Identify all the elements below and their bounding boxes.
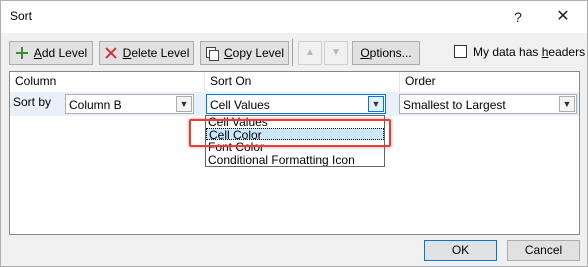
copy-level-button[interactable]: Copy Level	[200, 41, 289, 65]
add-level-button[interactable]: Add Level	[9, 41, 93, 65]
toolbar-separator	[292, 39, 293, 66]
ok-button[interactable]: OK	[424, 240, 497, 261]
move-down-button[interactable]: ▼	[324, 41, 348, 65]
annotation-highlight-box	[189, 119, 391, 147]
order-select-value: Smallest to Largest	[403, 98, 506, 112]
column-header-column: Column	[10, 72, 205, 92]
plus-icon	[15, 46, 29, 60]
chevron-down-icon[interactable]: ▼	[176, 96, 192, 112]
delete-level-button[interactable]: Delete Level	[99, 41, 194, 65]
column-select-value: Column B	[69, 98, 122, 112]
option-conditional-formatting-icon[interactable]: Conditional Formatting Icon	[206, 154, 384, 166]
chevron-down-icon[interactable]: ▼	[559, 96, 575, 112]
delete-x-icon	[104, 46, 118, 60]
sort-by-label: Sort by	[13, 95, 52, 109]
sort-dialog: Sort ? ✕ Add Level Delete Level Copy Lev…	[0, 0, 588, 267]
headers-checkbox[interactable]	[454, 45, 467, 58]
close-button[interactable]: ✕	[548, 5, 578, 29]
order-select[interactable]: Smallest to Largest ▼	[399, 94, 577, 114]
sort-on-select[interactable]: Cell Values ▼	[206, 94, 386, 114]
headers-checkbox-label[interactable]: My data has headers	[473, 45, 585, 59]
chevron-down-icon[interactable]: ▼	[368, 96, 384, 112]
dialog-title: Sort	[10, 9, 33, 23]
sort-on-select-value: Cell Values	[210, 98, 270, 112]
sort-level-row[interactable]: Sort by Column B ▼ Cell Values ▼ Smalles…	[10, 92, 579, 116]
column-header-order: Order	[405, 74, 436, 88]
column-header-sort-on: Sort On	[205, 72, 400, 92]
help-button[interactable]: ?	[503, 5, 533, 29]
copy-icon	[205, 46, 219, 61]
cancel-button[interactable]: Cancel	[507, 240, 580, 261]
options-button[interactable]: Options...	[352, 41, 420, 65]
move-up-button[interactable]: ▲	[298, 41, 322, 65]
title-bar: Sort ? ✕	[1, 1, 587, 33]
column-select[interactable]: Column B ▼	[65, 94, 194, 114]
